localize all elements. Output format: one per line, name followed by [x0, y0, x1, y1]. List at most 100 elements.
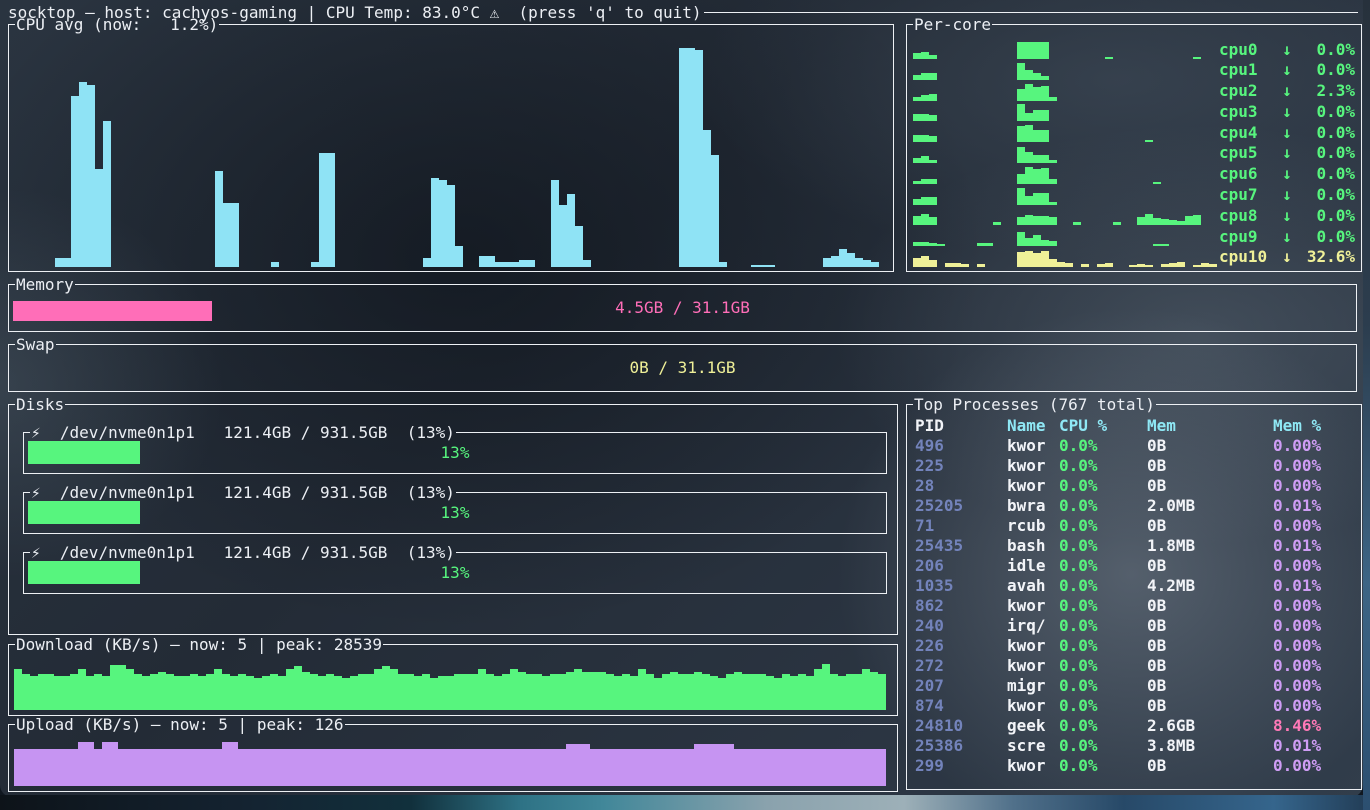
- process-cell: geek: [1007, 716, 1059, 736]
- history-bar: [1081, 264, 1089, 267]
- history-bar: [662, 674, 670, 710]
- history-bar: [630, 676, 638, 710]
- history-bar: [814, 749, 822, 786]
- history-bar: [406, 749, 414, 786]
- core-label: cpu0↓0.0%: [1219, 39, 1355, 59]
- history-bar: [14, 749, 22, 786]
- core-val: 0.0%: [1297, 227, 1355, 246]
- history-bar: [182, 749, 190, 786]
- process-cell: 874: [915, 696, 1007, 716]
- history-bar: [614, 676, 622, 710]
- process-table-header: PIDNameCPU %MemMem %: [915, 416, 1355, 435]
- process-cell: 207: [915, 676, 1007, 696]
- history-bar: [678, 674, 686, 710]
- history-bar: [654, 678, 662, 710]
- process-cell: 2.0MB: [1147, 496, 1273, 516]
- history-bar: [921, 179, 929, 184]
- history-bar: [929, 243, 937, 246]
- history-bar: [462, 749, 470, 786]
- history-bar: [198, 749, 206, 786]
- process-col-header: Name: [1007, 416, 1059, 435]
- border-line: [456, 552, 887, 553]
- history-bar: [231, 203, 239, 267]
- history-bar: [1041, 86, 1049, 101]
- history-bar: [694, 672, 702, 710]
- down-arrow-icon: ↓: [1277, 60, 1297, 79]
- history-bar: [1041, 130, 1049, 142]
- history-bar: [1049, 160, 1057, 163]
- history-bar: [711, 155, 719, 267]
- process-col-header: Mem %: [1273, 416, 1355, 435]
- terminal-window[interactable]: socktop — host: cachyos-gaming | CPU Tem…: [0, 0, 1363, 797]
- history-bar: [1049, 202, 1057, 205]
- history-bar: [559, 205, 567, 267]
- core-name: cpu5: [1219, 143, 1277, 162]
- history-bar: [670, 749, 678, 786]
- core-row-cpu10: cpu10↓32.6%: [913, 247, 1355, 267]
- core-spark-chart: [913, 205, 1219, 225]
- history-bar: [614, 749, 622, 786]
- history-bar: [921, 52, 929, 59]
- history-bar: [262, 676, 270, 710]
- border-line: [345, 724, 898, 725]
- history-bar: [462, 674, 470, 710]
- history-bar: [518, 672, 526, 710]
- history-bar: [63, 258, 71, 267]
- history-bar: [134, 674, 142, 710]
- process-cell: 0B: [1147, 616, 1273, 636]
- process-cell: 0.01%: [1273, 536, 1355, 556]
- history-bar: [921, 242, 929, 246]
- history-bar: [238, 749, 246, 786]
- core-label: cpu3↓0.0%: [1219, 101, 1355, 121]
- history-bar: [622, 674, 630, 710]
- disk-box: ⚡ /dev/nvme0n1p1 121.4GB / 931.5GB (13%)…: [23, 492, 887, 534]
- history-bar: [326, 674, 334, 710]
- history-bar: [854, 674, 862, 710]
- core-spark-chart: [913, 247, 1219, 267]
- history-bar: [310, 674, 318, 710]
- history-bar: [670, 672, 678, 710]
- process-cell: scre: [1007, 736, 1059, 756]
- core-name: cpu7: [1219, 185, 1277, 204]
- history-bar: [854, 749, 862, 786]
- lightning-ssd-icon: ⚡: [31, 483, 41, 502]
- core-label: cpu5↓0.0%: [1219, 143, 1355, 163]
- history-bar: [271, 262, 279, 267]
- history-bar: [870, 749, 878, 786]
- history-bar: [806, 749, 814, 786]
- border-line: [383, 644, 898, 645]
- history-bar: [1041, 110, 1049, 121]
- history-bar: [598, 749, 606, 786]
- history-bar: [1017, 104, 1025, 121]
- memory-panel: Memory 4.5GB / 31.1GB: [8, 284, 1357, 332]
- process-cell: 0.0%: [1059, 756, 1147, 776]
- history-bar: [326, 749, 334, 786]
- history-bar: [742, 674, 750, 710]
- history-bar: [766, 676, 774, 710]
- history-bar: [382, 666, 390, 710]
- process-cell: 0.0%: [1059, 716, 1147, 736]
- down-arrow-icon: ↓: [1277, 81, 1297, 100]
- history-bar: [921, 95, 929, 101]
- titlebar-rule: [704, 12, 1358, 13]
- history-bar: [182, 676, 190, 710]
- history-bar: [510, 669, 518, 710]
- process-cell: 0B: [1147, 476, 1273, 496]
- process-cell: 206: [915, 556, 1007, 576]
- history-bar: [1017, 217, 1025, 225]
- history-bar: [993, 222, 1001, 225]
- process-row: 25205bwra0.0%2.0MB0.01%: [915, 496, 1355, 516]
- history-bar: [646, 674, 654, 710]
- history-bar: [742, 749, 750, 786]
- disk-box: ⚡ /dev/nvme0n1p1 121.4GB / 931.5GB (13%)…: [23, 552, 887, 594]
- history-bar: [478, 749, 486, 786]
- history-bar: [110, 665, 118, 710]
- core-label: cpu7↓0.0%: [1219, 185, 1355, 205]
- history-bar: [1041, 42, 1049, 59]
- history-bar: [62, 749, 70, 786]
- border-line: [456, 432, 887, 433]
- history-bar: [550, 749, 558, 786]
- history-bar: [929, 55, 937, 59]
- history-bar: [222, 742, 230, 786]
- history-bar: [686, 674, 694, 710]
